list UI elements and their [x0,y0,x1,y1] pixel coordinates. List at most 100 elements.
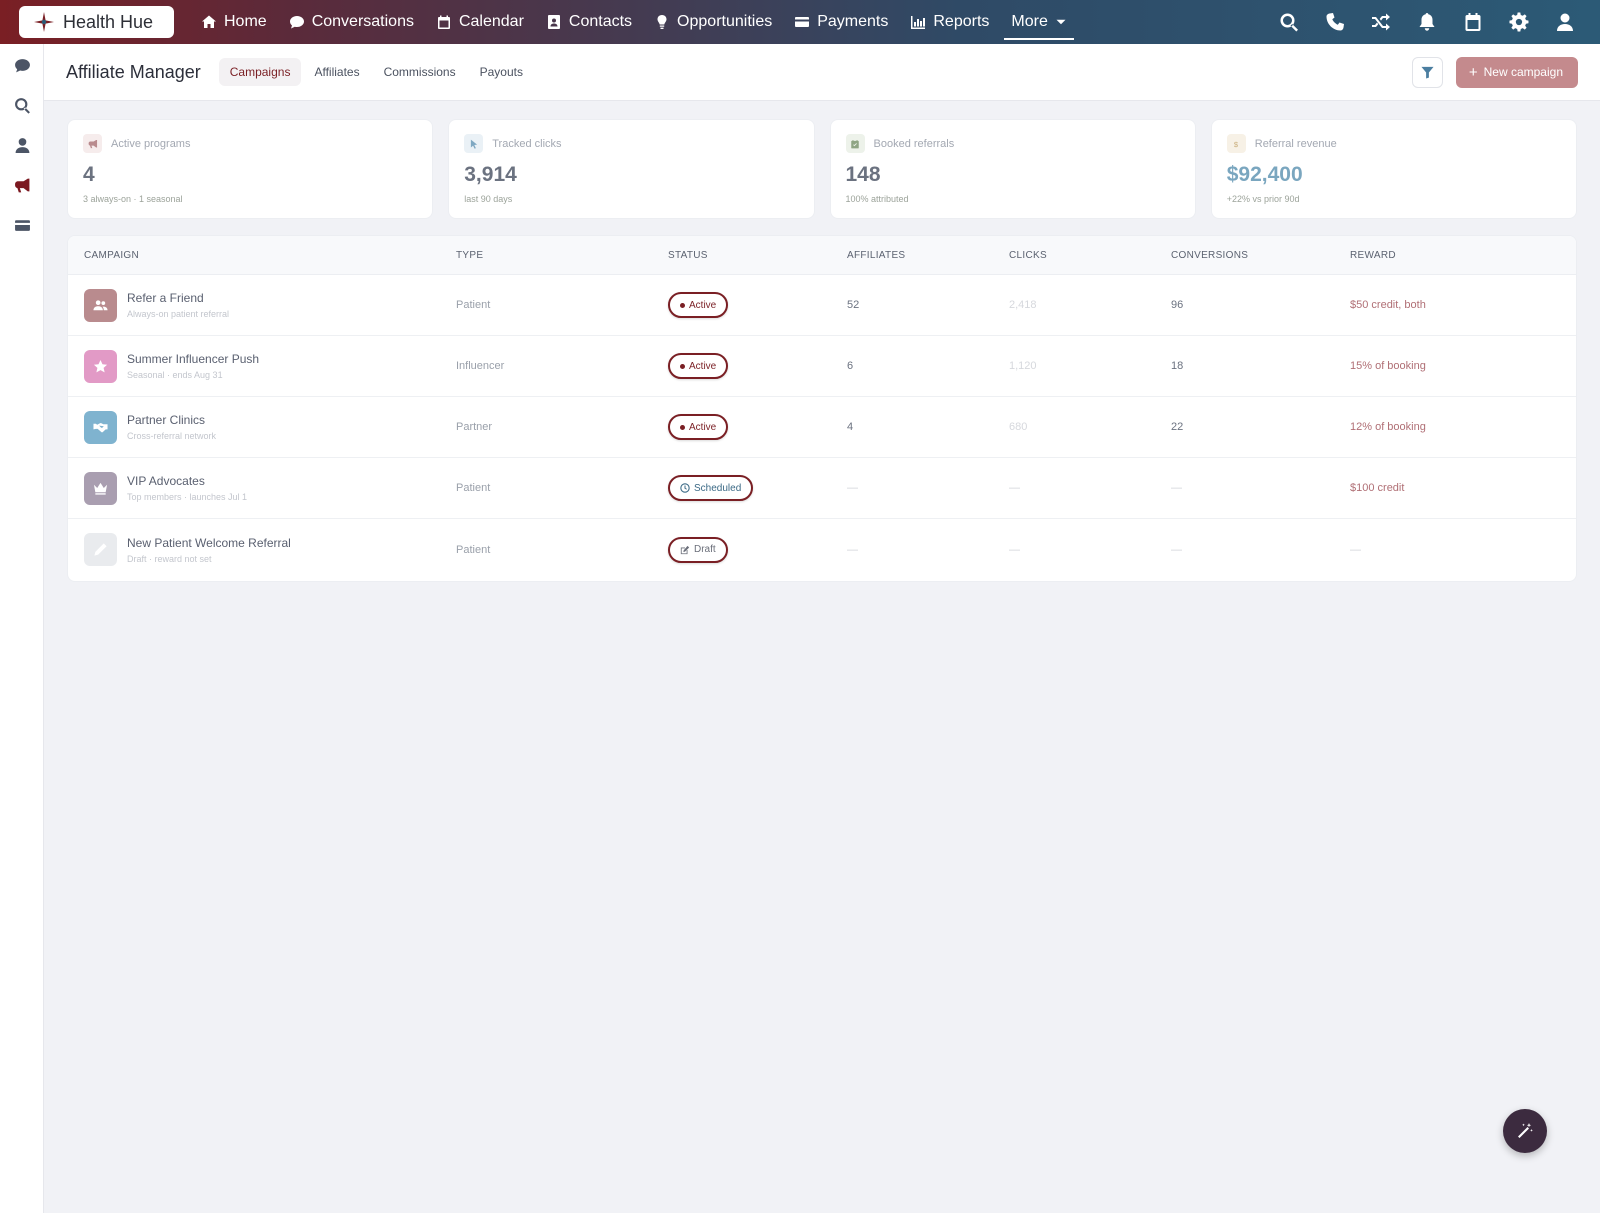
stat-value: 4 [83,163,95,186]
column-header-type[interactable]: TYPE [456,250,668,261]
stat-sub: +22% vs prior 90d [1226,194,1300,204]
nav-reports[interactable]: Reports [899,0,1000,44]
column-header-affiliates[interactable]: AFFILIATES [847,250,1009,261]
page-title: Affiliate Manager [66,61,201,82]
table-row[interactable]: Partner Clinics Cross-referral network P… [68,397,1576,458]
phone-icon [1326,13,1344,31]
rail-payments[interactable] [0,205,44,245]
rail-search[interactable] [0,85,44,125]
new-campaign-button[interactable]: + New campaign [1455,56,1578,88]
nav-conversations-label: Conversations [311,13,414,30]
stat-label: Booked referrals [873,137,955,150]
table-row[interactable]: New Patient Welcome Referral Draft · rew… [68,519,1576,580]
conversions-count: 18 [1171,360,1184,372]
magic-wand-button[interactable] [1503,1109,1547,1153]
campaign-name[interactable]: Summer Influencer Push [127,352,259,366]
stat-cards: Active programs 4 3 always-on · 1 season… [67,119,1577,219]
column-header-status[interactable]: STATUS [668,250,847,261]
credit-card-icon [795,17,810,27]
nav-home[interactable]: Home [190,0,278,44]
campaign-type: Influencer [456,360,505,372]
nav-conversations[interactable]: Conversations [278,0,425,44]
campaign-name[interactable]: Refer a Friend [127,291,229,305]
affiliates-count: — [847,543,858,556]
reward: — [1350,543,1361,556]
tab-affiliates[interactable]: Affiliates [303,58,370,86]
top-nav: Health Hue Home Conversations Calendar C… [0,0,1600,44]
tab-commissions[interactable]: Commissions [373,58,467,86]
search-icon [14,97,30,114]
user-icon [1557,13,1573,31]
tab-payouts[interactable]: Payouts [469,58,534,86]
table-row[interactable]: VIP Advocates Top members · launches Jul… [68,458,1576,519]
stat-label: Tracked clicks [492,137,562,150]
nav-contacts[interactable]: Contacts [535,0,643,44]
column-header-campaign[interactable]: CAMPAIGN [68,250,456,261]
stat-card-active-programs: Active programs 4 3 always-on · 1 season… [67,119,434,219]
column-header-reward[interactable]: REWARD [1350,250,1576,261]
brand-logo[interactable]: Health Hue [19,6,174,38]
nav-calendar[interactable]: Calendar [425,0,535,44]
column-header-clicks[interactable]: CLICKS [1009,250,1171,261]
stat-label: Active programs [111,137,191,150]
shuffle-button[interactable] [1358,0,1404,44]
home-icon [202,15,216,28]
plus-icon: + [1468,63,1478,81]
megaphone-icon [83,134,102,153]
campaign-subtitle: Always-on patient referral [127,309,230,319]
campaign-type: Partner [456,421,493,433]
side-rail [0,44,44,1213]
campaign-type: Patient [456,482,491,494]
stat-card-referral-revenue: $ Referral revenue $92,400 +22% vs prior… [1210,119,1577,219]
rail-conversations[interactable] [0,45,44,85]
column-header-conversions[interactable]: CONVERSIONS [1171,250,1350,261]
status-badge: Active [668,292,729,318]
search-button[interactable] [1266,0,1312,44]
settings-button[interactable] [1496,0,1542,44]
nav-reports-label: Reports [933,13,990,30]
stat-card-booked-referrals: Booked referrals 148 100% attributed [829,119,1196,219]
calendar-check-icon [845,134,865,153]
nav-payments[interactable]: Payments [783,0,899,44]
campaign-name[interactable]: New Patient Welcome Referral [127,536,291,550]
table-row[interactable]: Summer Influencer Push Seasonal · ends A… [68,336,1576,397]
status-badge: Active [668,353,729,379]
reward: 12% of booking [1350,421,1426,433]
clicks-count: — [1009,543,1020,556]
campaign-name[interactable]: Partner Clinics [127,413,216,427]
stat-card-tracked-clicks: Tracked clicks 3,914 last 90 days [448,119,815,219]
magic-wand-icon [1518,1123,1533,1138]
reward: $100 credit [1350,482,1405,494]
table-row[interactable]: Refer a Friend Always-on patient referra… [68,275,1576,336]
stat-value: $92,400 [1226,163,1303,186]
health-hue-logo-icon [33,11,55,33]
campaigns-table: CAMPAIGN TYPE STATUS AFFILIATES CLICKS C… [67,235,1577,582]
conversions-count: 22 [1171,421,1184,433]
nav-opportunities-label: Opportunities [677,13,773,30]
credit-card-icon [14,219,30,231]
nav-more[interactable]: More [1000,0,1077,44]
reward: 15% of booking [1350,360,1426,372]
tab-campaigns[interactable]: Campaigns [218,58,302,86]
clicks-count: — [1009,482,1020,494]
campaign-name[interactable]: VIP Advocates [127,474,247,488]
stat-label: Referral revenue [1254,137,1337,150]
status-dot-icon [680,424,685,430]
clicks-count: 1,120 [1009,360,1037,372]
megaphone-icon [14,178,29,192]
rail-contacts[interactable] [0,125,44,165]
svg-text:$: $ [1234,139,1239,148]
nav-opportunities[interactable]: Opportunities [643,0,783,44]
calendar-button[interactable] [1450,0,1496,44]
notifications-button[interactable] [1404,0,1450,44]
shuffle-icon [1372,13,1390,31]
campaign-subtitle: Seasonal · ends Aug 31 [127,370,223,380]
bell-icon [1419,13,1435,31]
filter-button[interactable] [1411,56,1443,88]
rail-affiliate-manager[interactable] [0,165,44,205]
nav-payments-label: Payments [817,13,889,30]
stat-sub: 3 always-on · 1 seasonal [83,194,183,204]
phone-button[interactable] [1312,0,1358,44]
status-badge: Draft [668,536,728,563]
profile-button[interactable] [1542,0,1588,44]
